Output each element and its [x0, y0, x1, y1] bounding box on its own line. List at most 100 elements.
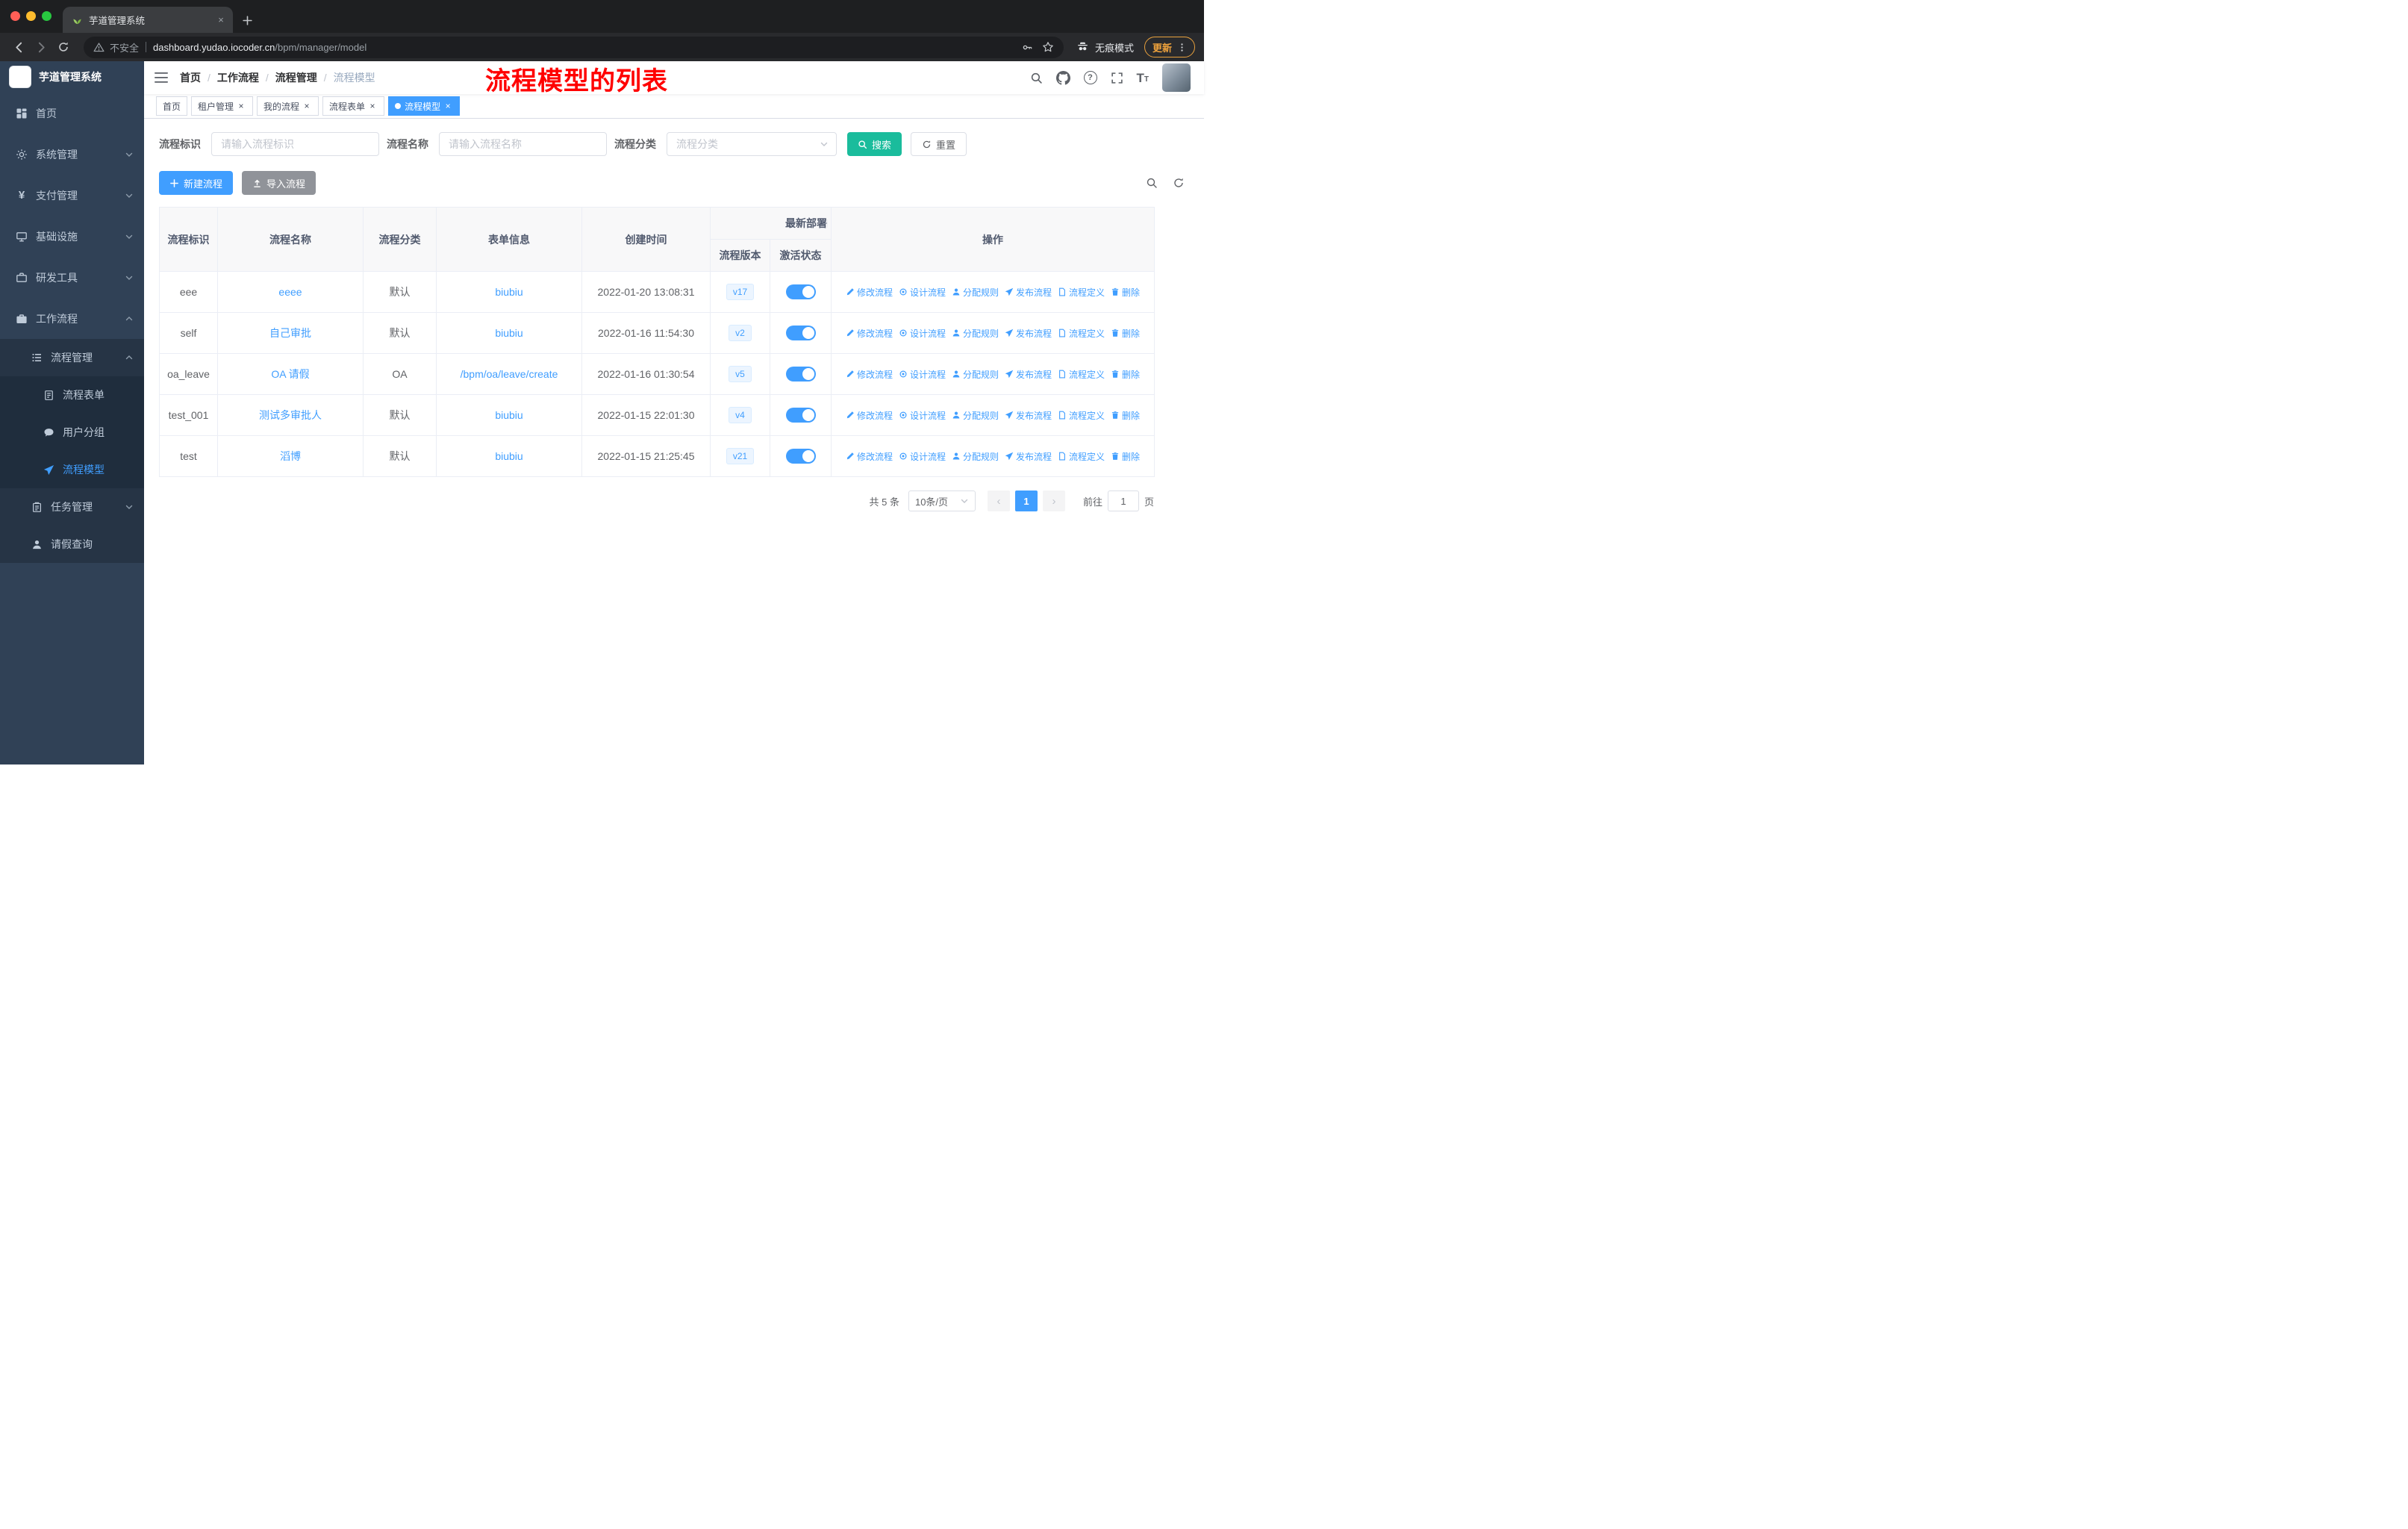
- process-name-link[interactable]: 自己审批: [269, 327, 311, 339]
- assign-rule-link[interactable]: 分配规则: [952, 286, 999, 299]
- create-process-button[interactable]: 新建流程: [159, 171, 234, 195]
- fullscreen-icon[interactable]: [1111, 72, 1123, 84]
- assign-rule-link[interactable]: 分配规则: [952, 409, 999, 422]
- browser-tab[interactable]: 芋道管理系统: [63, 7, 233, 33]
- tag-my-process[interactable]: 我的流程: [257, 96, 319, 116]
- close-window-button[interactable]: [10, 11, 20, 21]
- active-toggle[interactable]: [785, 408, 816, 423]
- modify-process-link[interactable]: 修改流程: [846, 286, 893, 299]
- tag-process-model[interactable]: 流程模型: [388, 96, 461, 116]
- tag-close-icon[interactable]: [302, 101, 312, 111]
- assign-rule-link[interactable]: 分配规则: [952, 450, 999, 463]
- bookmark-star-icon[interactable]: [1042, 41, 1054, 53]
- publish-process-link[interactable]: 发布流程: [1005, 409, 1052, 422]
- address-bar[interactable]: 不安全 dashboard.yudao.iocoder.cn /bpm/mana…: [84, 36, 1064, 58]
- form-info-link[interactable]: /bpm/oa/leave/create: [461, 368, 558, 380]
- process-name-link[interactable]: eeee: [278, 286, 302, 298]
- font-size-icon[interactable]: [1137, 72, 1150, 84]
- sidebar-item-leave-query[interactable]: 请假查询: [0, 526, 144, 563]
- assign-rule-link[interactable]: 分配规则: [952, 327, 999, 340]
- assign-rule-link[interactable]: 分配规则: [952, 368, 999, 381]
- tag-home[interactable]: 首页: [156, 96, 188, 116]
- form-info-link[interactable]: biubiu: [495, 409, 523, 421]
- delete-link[interactable]: 删除: [1111, 286, 1140, 299]
- process-name-link[interactable]: OA 请假: [271, 368, 309, 380]
- forward-button[interactable]: [31, 37, 51, 57]
- form-info-link[interactable]: biubiu: [495, 450, 523, 462]
- process-id-input[interactable]: [211, 132, 379, 156]
- sidebar-item-task-management[interactable]: 任务管理: [0, 488, 144, 526]
- sidebar-item-process-form[interactable]: 流程表单: [0, 376, 144, 414]
- minimize-window-button[interactable]: [26, 11, 36, 21]
- design-process-link[interactable]: 设计流程: [899, 450, 946, 463]
- reset-button[interactable]: 重置: [911, 132, 967, 156]
- tag-close-icon[interactable]: [236, 101, 246, 111]
- tag-process-form[interactable]: 流程表单: [322, 96, 385, 116]
- process-name-link[interactable]: 测试多审批人: [259, 409, 322, 421]
- process-definition-link[interactable]: 流程定义: [1058, 368, 1105, 381]
- form-info-link[interactable]: biubiu: [495, 286, 523, 298]
- delete-link[interactable]: 删除: [1111, 450, 1140, 463]
- sidebar-item-user-group[interactable]: 用户分组: [0, 414, 144, 451]
- modify-process-link[interactable]: 修改流程: [846, 450, 893, 463]
- design-process-link[interactable]: 设计流程: [899, 409, 946, 422]
- sidebar-item-process-management[interactable]: 流程管理: [0, 339, 144, 376]
- sidebar-item-infrastructure[interactable]: 基础设施: [0, 216, 144, 257]
- new-tab-button[interactable]: [242, 15, 253, 26]
- sidebar-fold-icon[interactable]: [155, 72, 168, 84]
- sidebar-item-payment[interactable]: ¥ 支付管理: [0, 175, 144, 216]
- tab-close-icon[interactable]: [215, 14, 227, 26]
- process-name-link[interactable]: 滔博: [280, 450, 301, 462]
- process-name-input[interactable]: [439, 132, 607, 156]
- search-icon[interactable]: [1030, 72, 1043, 84]
- search-button[interactable]: 搜索: [847, 132, 902, 156]
- process-definition-link[interactable]: 流程定义: [1058, 286, 1105, 299]
- process-definition-link[interactable]: 流程定义: [1058, 409, 1105, 422]
- goto-page-input[interactable]: [1107, 491, 1139, 511]
- active-toggle[interactable]: [785, 326, 816, 340]
- process-definition-link[interactable]: 流程定义: [1058, 327, 1105, 340]
- password-key-icon[interactable]: [1022, 42, 1033, 53]
- modify-process-link[interactable]: 修改流程: [846, 409, 893, 422]
- next-page-button[interactable]: [1042, 491, 1065, 511]
- modify-process-link[interactable]: 修改流程: [846, 368, 893, 381]
- github-icon[interactable]: [1055, 70, 1070, 85]
- design-process-link[interactable]: 设计流程: [899, 327, 946, 340]
- breadcrumb-process-management[interactable]: 流程管理: [275, 70, 317, 85]
- back-button[interactable]: [9, 37, 28, 57]
- reload-button[interactable]: [54, 37, 73, 57]
- sidebar-item-devtools[interactable]: 研发工具: [0, 257, 144, 298]
- design-process-link[interactable]: 设计流程: [899, 286, 946, 299]
- publish-process-link[interactable]: 发布流程: [1005, 286, 1052, 299]
- delete-link[interactable]: 删除: [1111, 368, 1140, 381]
- table-search-toggle-icon[interactable]: [1146, 177, 1158, 189]
- sidebar-item-workflow[interactable]: 工作流程: [0, 298, 144, 339]
- delete-link[interactable]: 删除: [1111, 327, 1140, 340]
- sidebar-item-system[interactable]: 系统管理: [0, 134, 144, 175]
- active-toggle[interactable]: [785, 284, 816, 299]
- kebab-menu-icon[interactable]: [1177, 43, 1187, 52]
- page-number-button[interactable]: 1: [1014, 491, 1038, 511]
- page-size-select[interactable]: 10条/页: [908, 491, 976, 511]
- breadcrumb-workflow[interactable]: 工作流程: [217, 70, 259, 85]
- sidebar-item-home[interactable]: 首页: [0, 93, 144, 134]
- publish-process-link[interactable]: 发布流程: [1005, 450, 1052, 463]
- active-toggle[interactable]: [785, 449, 816, 464]
- process-definition-link[interactable]: 流程定义: [1058, 450, 1105, 463]
- publish-process-link[interactable]: 发布流程: [1005, 327, 1052, 340]
- tag-close-icon[interactable]: [443, 101, 453, 111]
- maximize-window-button[interactable]: [42, 11, 52, 21]
- user-avatar[interactable]: [1162, 63, 1191, 92]
- sidebar-item-process-model[interactable]: 流程模型: [0, 451, 144, 488]
- category-select[interactable]: 流程分类: [667, 132, 837, 156]
- breadcrumb-home[interactable]: 首页: [180, 70, 201, 85]
- modify-process-link[interactable]: 修改流程: [846, 327, 893, 340]
- tag-tenant-management[interactable]: 租户管理: [191, 96, 254, 116]
- delete-link[interactable]: 删除: [1111, 409, 1140, 422]
- publish-process-link[interactable]: 发布流程: [1005, 368, 1052, 381]
- form-info-link[interactable]: biubiu: [495, 327, 523, 339]
- update-button[interactable]: 更新: [1144, 37, 1195, 57]
- prev-page-button[interactable]: [987, 491, 1010, 511]
- active-toggle[interactable]: [785, 367, 816, 382]
- design-process-link[interactable]: 设计流程: [899, 368, 946, 381]
